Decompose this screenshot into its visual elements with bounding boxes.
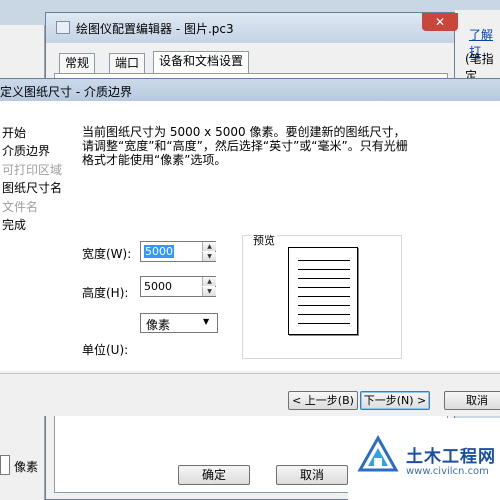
- preview-line: [298, 287, 350, 288]
- button-separator: [0, 373, 500, 374]
- dialog-titlebar: 定义图纸尺寸 - 介质边界: [0, 79, 500, 101]
- step-file-name: 文件名: [2, 200, 39, 214]
- preview-label: 预览: [251, 232, 277, 248]
- editor-ok-button[interactable]: 确定: [178, 465, 250, 485]
- preview-line: [298, 314, 350, 315]
- step-finish: 完成: [2, 218, 27, 232]
- civilcn-logo-icon: [357, 434, 399, 472]
- width-down-arrow-icon[interactable]: ▼: [202, 252, 216, 261]
- next-button[interactable]: 下一步(N) >: [360, 391, 430, 410]
- height-value[interactable]: 5000: [144, 280, 172, 293]
- printer-icon: [56, 21, 70, 34]
- unit-selected-value: 像素: [146, 318, 171, 332]
- preview-line: [298, 323, 350, 324]
- editor-title: 绘图仪配置编辑器 - 图片.pc3: [76, 22, 234, 36]
- width-label: 宽度(W):: [82, 247, 132, 261]
- height-label: 高度(H):: [82, 286, 129, 300]
- background-right-window: 了解打 (笔指定: [455, 10, 500, 83]
- preview-line: [298, 305, 350, 306]
- step-paper-size-name: 图纸尺寸名: [2, 181, 63, 195]
- back-button[interactable]: < 上一步(B): [288, 391, 358, 410]
- watermark-title: 土木工程网: [406, 447, 496, 467]
- tab-general[interactable]: 常规: [59, 53, 96, 73]
- preview-line: [298, 278, 350, 279]
- width-value[interactable]: 5000: [144, 245, 174, 258]
- width-spinner[interactable]: 5000 ▲ ▼: [140, 241, 216, 262]
- chevron-down-icon: ▼: [203, 317, 210, 326]
- close-icon[interactable]: ✕: [422, 13, 458, 31]
- step-printable-area: 可打印区域: [2, 163, 63, 177]
- cancel-button[interactable]: 取消: [444, 391, 500, 410]
- custom-paper-size-dialog: 定义图纸尺寸 - 介质边界 开始 介质边界 可打印区域 图纸尺寸名 文件名 完成…: [0, 78, 500, 416]
- step-start: 开始: [2, 126, 27, 140]
- height-spinner[interactable]: 5000 ▲ ▼: [140, 276, 216, 297]
- unit-dropdown[interactable]: 像素 ▼: [140, 313, 218, 333]
- preview-line: [298, 296, 350, 297]
- watermark-url: www.civilcn.com: [406, 466, 489, 477]
- preview-line: [298, 269, 350, 270]
- editor-titlebar: 绘图仪配置编辑器 - 图片.pc3 ✕: [46, 13, 458, 43]
- height-down-arrow-icon[interactable]: ▼: [202, 287, 216, 296]
- tab-port[interactable]: 端口: [109, 53, 146, 73]
- left-window-input[interactable]: [0, 455, 10, 475]
- instruction-text: 当前图纸尺寸为 5000 x 5000 像素。要创建新的图纸尺寸，请调整“宽度”…: [82, 125, 408, 167]
- step-media-bounds: 介质边界: [2, 144, 51, 158]
- left-window-pixel-label: 像素: [14, 460, 39, 474]
- watermark: 土木工程网 www.civilcn.com: [348, 418, 500, 500]
- paper-preview-icon: [288, 247, 358, 335]
- height-up-arrow-icon[interactable]: ▲: [202, 277, 216, 286]
- tab-device-document-settings[interactable]: 设备和文档设置: [153, 51, 250, 73]
- dialog-title: 定义图纸尺寸 - 介质边界: [0, 85, 132, 99]
- unit-label: 单位(U):: [82, 343, 129, 357]
- editor-cancel-button[interactable]: 取消: [276, 465, 348, 485]
- preview-line: [298, 260, 350, 261]
- width-up-arrow-icon[interactable]: ▲: [202, 242, 216, 251]
